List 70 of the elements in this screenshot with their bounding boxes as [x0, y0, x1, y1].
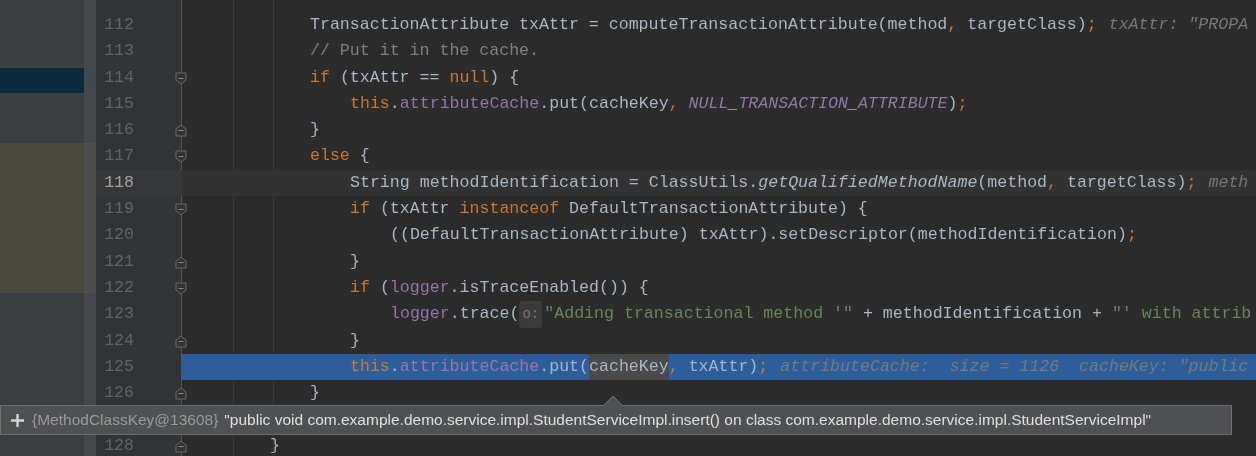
code-token: this	[350, 92, 390, 115]
code-token: (	[379, 276, 390, 299]
string-literal: "' with attrib	[1111, 303, 1252, 326]
code-token: ,	[1047, 171, 1059, 194]
code-token: ,	[668, 355, 680, 378]
code-token: this	[350, 355, 390, 378]
object-value: "public void com.example.demo.service.impl.StudentServiceImpl.insert() on class com.example.demo.service.impl.StudentServiceImpl"	[224, 410, 1152, 431]
code-comment: // Put it in the cache.	[310, 40, 540, 63]
code-token: (txAttr ==	[339, 66, 441, 89]
code-token: (txAttr	[379, 198, 451, 221]
object-id: {MethodClassKey@13608}	[32, 410, 219, 431]
inline-debug-value: meth	[1208, 171, 1249, 194]
code-token: .trace(	[449, 303, 520, 326]
fold-icon[interactable]	[175, 439, 187, 453]
code-token: targetClass)	[1067, 171, 1187, 194]
code-token: txAttr)	[688, 355, 759, 378]
code-token: .	[389, 92, 400, 115]
code-token: DefaultTransactionAttribute) {	[569, 198, 868, 221]
code-token: (method	[977, 171, 1048, 194]
fold-icon[interactable]	[175, 334, 187, 348]
code-token: }	[270, 434, 280, 456]
fold-icon[interactable]	[175, 150, 187, 164]
fold-icon[interactable]	[175, 281, 187, 295]
fold-icon[interactable]	[175, 387, 187, 401]
code-token: if	[350, 276, 371, 299]
code-token: ,	[668, 92, 680, 115]
code-token: attributeCache	[399, 355, 540, 378]
code-token: if	[310, 66, 331, 89]
fold-icon[interactable]	[175, 203, 187, 217]
code-token: getQualifiedMethodName	[758, 171, 978, 194]
code-token: }	[310, 382, 320, 405]
code-token: ,	[947, 14, 959, 36]
code-token: )	[947, 92, 958, 115]
fold-icon[interactable]	[175, 71, 187, 85]
highlighted-identifier: cacheKey	[589, 353, 669, 381]
code-token: if	[350, 198, 371, 221]
inline-debug-value: attributeCache: size = 1126 cacheKey: "public	[780, 355, 1249, 378]
code-token: NULL_TRANSACTION_ATTRIBUTE	[688, 92, 948, 115]
code-token: ;	[957, 92, 968, 115]
code-token: ) {	[489, 66, 520, 89]
code-token: logger	[390, 303, 450, 326]
code-token: attributeCache	[399, 92, 540, 115]
code-token: }	[350, 329, 360, 352]
code-token: .put(	[539, 355, 590, 378]
code-token: ((DefaultTransactionAttribute) txAttr).setDescriptor(methodIdentification)	[390, 224, 1127, 247]
code-token: ;	[1126, 224, 1137, 247]
code-token: + methodIdentification +	[862, 303, 1103, 326]
code-token: targetClass)	[967, 14, 1087, 36]
code-token: .put(cacheKey	[539, 92, 669, 115]
code-token: null	[449, 66, 490, 89]
code-token: {	[359, 145, 370, 168]
code-token: }	[310, 119, 320, 142]
string-literal: "Adding transactional method '"	[544, 303, 854, 326]
code-token: .isTraceEnabled()) {	[449, 276, 649, 299]
code-token: ;	[758, 355, 769, 378]
inline-debug-value: txAttr: "PROPA	[1108, 14, 1249, 36]
fold-icon[interactable]	[175, 124, 187, 138]
code-token: instanceof	[459, 198, 561, 221]
expand-icon[interactable]	[11, 413, 24, 427]
fold-icon[interactable]	[175, 255, 187, 269]
code-token: }	[350, 250, 360, 273]
line-number: 118	[104, 172, 134, 193]
code-token: ;	[1086, 14, 1097, 36]
code-token: .	[389, 355, 400, 378]
code-token: ;	[1186, 171, 1197, 194]
parameter-hint: o:	[519, 301, 543, 328]
code-token: else	[310, 145, 351, 168]
code-token: TransactionAttribute txAttr = computeTransactionAttribute(method	[310, 14, 948, 36]
code-token: logger	[389, 276, 450, 299]
code-token: String methodIdentification = ClassUtils.	[350, 171, 759, 194]
